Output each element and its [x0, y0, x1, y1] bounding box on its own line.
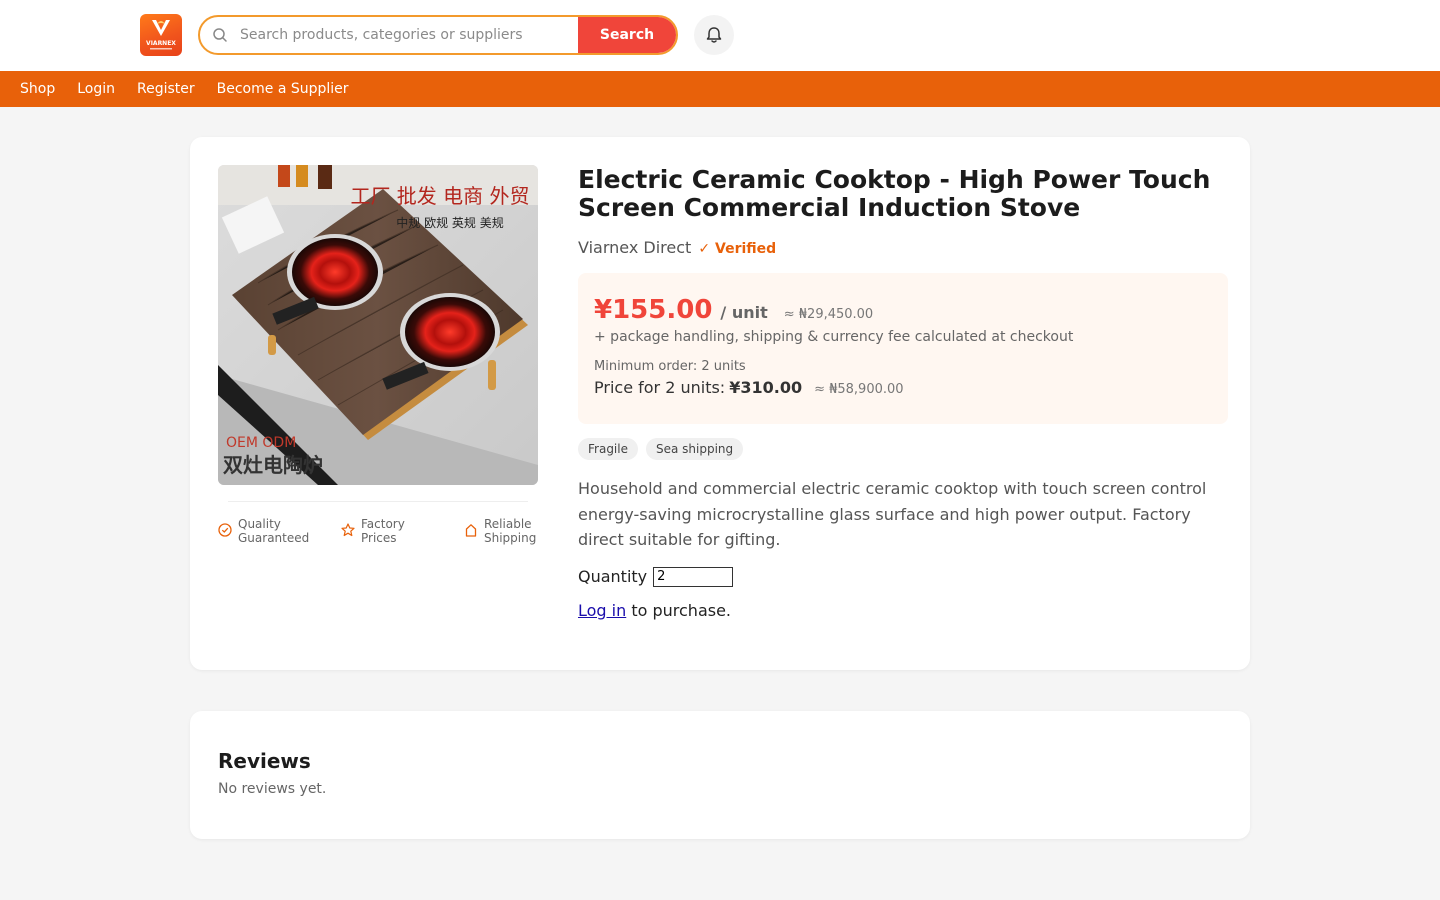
- feature-label: Quality: [238, 517, 281, 531]
- price-unit: / unit: [720, 303, 768, 322]
- product-title: Electric Ceramic Cooktop - High Power To…: [578, 165, 1211, 222]
- product-image[interactable]: 工厂 批发 电商 外贸 中规 欧规 英规 美规 OEM ODM 双灶电陶炉: [218, 165, 538, 485]
- product-info: Electric Ceramic Cooktop - High Power To…: [578, 165, 1228, 620]
- bell-icon: [706, 27, 722, 43]
- fees-note: + package handling, shipping & currency …: [594, 329, 1074, 345]
- feature-label: Factory: [361, 517, 405, 531]
- feature-label: Shipping: [484, 531, 537, 545]
- total-label: Price for 2 units:: [594, 378, 726, 397]
- quantity-row: Quantity: [578, 566, 1228, 587]
- verified-check-icon: ✓: [698, 241, 711, 257]
- nav-become-supplier[interactable]: Become a Supplier: [217, 81, 349, 97]
- feature-list: Quality Guaranteed Factory Prices Reliable…: [218, 517, 587, 545]
- nav-register[interactable]: Register: [137, 81, 195, 97]
- price-approx: ≈ ₦29,450.00: [783, 307, 874, 322]
- seller-name[interactable]: Viarnex Direct: [578, 238, 691, 257]
- logo-mark-icon: VIARNEX: [146, 20, 176, 50]
- cooktop-photo: 工厂 批发 电商 外贸 中规 欧规 英规 美规 OEM ODM 双灶电陶炉: [218, 165, 538, 485]
- total-price-line: Price for 2 units: ¥310.00 ≈ ₦58,900.00: [594, 378, 1212, 397]
- login-prompt: Log in to purchase.: [578, 601, 1228, 620]
- home-icon: [465, 524, 477, 537]
- reviews-title: Reviews: [218, 749, 311, 773]
- notifications-button[interactable]: [694, 15, 734, 55]
- brand-logo[interactable]: VIARNEX: [140, 14, 182, 56]
- tag-fragile: Fragile: [578, 438, 638, 460]
- feature-label: Reliable: [484, 517, 532, 531]
- search-input[interactable]: [240, 17, 578, 53]
- search-icon: [200, 17, 240, 53]
- star-icon: [341, 523, 355, 537]
- minimum-order: Minimum order: 2 units: [594, 359, 746, 374]
- image-subline: 中规 欧规 英规 美规: [396, 215, 503, 230]
- search-button[interactable]: Search: [578, 17, 676, 53]
- verified-label: Verified: [715, 241, 777, 257]
- svg-text:VIARNEX: VIARNEX: [146, 40, 176, 47]
- nav-shop[interactable]: Shop: [20, 81, 55, 97]
- total-approx: ≈ ₦58,900.00: [814, 382, 904, 397]
- product-card: 工厂 批发 电商 外贸 中规 欧规 英规 美规 OEM ODM 双灶电陶炉 Qu…: [190, 137, 1250, 670]
- feature-shipping: Reliable Shipping: [464, 517, 587, 545]
- unit-price: ¥155.00: [594, 295, 713, 325]
- price-box: ¥155.00 / unit ≈ ₦29,450.00 + package ha…: [578, 273, 1228, 424]
- login-suffix: to purchase.: [626, 600, 732, 620]
- tag-sea-shipping: Sea shipping: [645, 438, 744, 460]
- top-header: VIARNEX Search: [0, 0, 1440, 71]
- nav-login[interactable]: Login: [77, 81, 115, 97]
- reviews-card: Reviews No reviews yet.: [190, 711, 1250, 839]
- quantity-label: Quantity: [578, 567, 648, 586]
- check-circle-icon: [218, 523, 232, 537]
- tag-list: Fragile Sea shipping: [578, 438, 1228, 460]
- feature-label: Guaranteed: [238, 531, 310, 545]
- search-bar: Search: [198, 15, 678, 55]
- total-price: ¥310.00: [729, 378, 803, 397]
- image-oem-text: OEM ODM: [226, 435, 296, 451]
- feature-label: Prices: [361, 531, 397, 545]
- quantity-input[interactable]: [653, 566, 734, 587]
- feature-quality: Quality Guaranteed: [218, 517, 341, 545]
- thumbnail-divider: [228, 501, 528, 502]
- feature-prices: Factory Prices: [341, 517, 464, 545]
- reviews-empty: No reviews yet.: [218, 781, 327, 797]
- verified-badge: ✓ Verified: [698, 241, 776, 257]
- login-link[interactable]: Log in: [578, 601, 626, 620]
- seller-line: Viarnex Direct ✓ Verified: [578, 238, 1228, 257]
- image-product-name: 双灶电陶炉: [223, 453, 323, 477]
- image-headline: 工厂 批发 电商 外贸: [350, 184, 529, 208]
- product-description: Household and commercial electric cerami…: [578, 479, 1207, 549]
- main-nav: Shop Login Register Become a Supplier: [0, 71, 1440, 107]
